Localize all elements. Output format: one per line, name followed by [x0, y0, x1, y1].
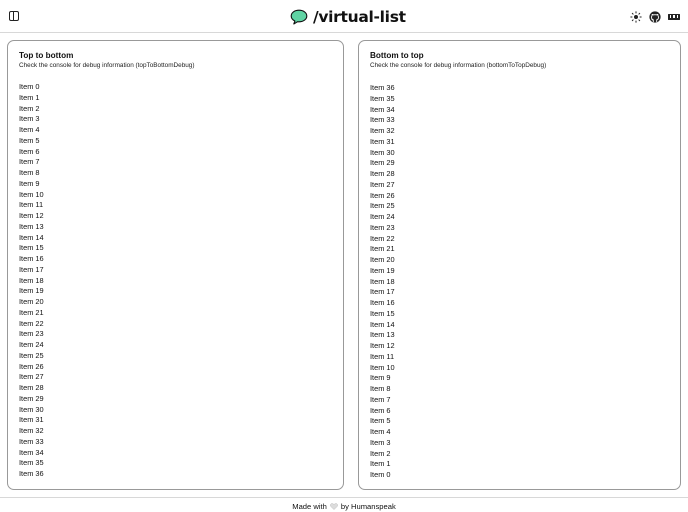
list-item: Item 24 — [19, 340, 44, 349]
list-item: Item 9 — [370, 373, 391, 383]
list-item: Item 20 — [19, 297, 44, 306]
npm-icon[interactable] — [668, 13, 680, 20]
footer-prefix: Made with — [292, 502, 327, 511]
list-item: Item 3 — [19, 114, 40, 124]
list-item: Item 18 — [19, 275, 44, 285]
list-item: Item 8 — [19, 168, 40, 177]
list-item: Item 23 — [19, 329, 44, 339]
list-item: Item 30 — [370, 147, 395, 157]
github-icon[interactable] — [649, 10, 661, 23]
sun-icon[interactable] — [630, 10, 642, 23]
list-item: Item 16 — [19, 254, 44, 263]
list-item: Item 6 — [19, 146, 40, 156]
list-item: Item 28 — [370, 169, 395, 178]
list-item: Item 31 — [370, 136, 395, 146]
panel-description: Check the console for debug information … — [19, 62, 195, 69]
list-item: Item 21 — [370, 244, 395, 254]
list-item: Item 17 — [19, 264, 44, 274]
list-item: Item 0 — [370, 470, 391, 479]
list-item: Item 4 — [370, 427, 391, 436]
list-item: Item 12 — [370, 341, 395, 350]
footer-credit: Made with by Humanspeak — [0, 502, 688, 511]
list-item: Item 4 — [19, 125, 40, 134]
list-item: Item 25 — [19, 350, 44, 360]
list-item: Item 23 — [370, 222, 395, 232]
list-item: Item 36 — [19, 469, 44, 478]
list-item: Item 32 — [19, 426, 44, 435]
list-item: Item 27 — [370, 179, 395, 189]
list-item: Item 32 — [370, 126, 395, 135]
list-item: Item 33 — [19, 436, 44, 446]
list-item: Item 26 — [370, 190, 395, 200]
list-item: Item 27 — [19, 372, 44, 382]
list-item: Item 19 — [19, 286, 44, 296]
list-item: Item 29 — [19, 393, 44, 403]
sidebar-toggle-icon[interactable] — [9, 11, 19, 21]
panel-title: Top to bottom — [19, 51, 74, 60]
list-item: Item 30 — [19, 404, 44, 414]
list-item: Item 34 — [19, 447, 44, 457]
bottom-to-top-panel: Bottom to top Check the console for debu… — [358, 40, 681, 490]
list-item: Item 16 — [370, 298, 395, 307]
list-item: Item 22 — [370, 233, 395, 243]
list-item: Item 21 — [19, 307, 44, 317]
list-item: Item 17 — [370, 287, 395, 297]
list-item: Item 9 — [19, 178, 40, 188]
list-item: Item 1 — [19, 92, 40, 102]
list-item: Item 35 — [370, 93, 395, 103]
list-item: Item 15 — [19, 243, 44, 253]
list-item: Item 10 — [370, 362, 395, 372]
list-item: Item 5 — [370, 416, 391, 426]
list-item: Item 28 — [19, 383, 44, 392]
list-item: Item 7 — [19, 157, 40, 167]
list-item: Item 2 — [370, 448, 391, 458]
list-item: Item 5 — [19, 135, 40, 145]
list-item: Item 3 — [370, 437, 391, 447]
list-item: Item 13 — [19, 221, 44, 231]
list-item: Item 14 — [19, 232, 44, 242]
list-item: Item 11 — [370, 351, 395, 361]
virtual-list-top-to-bottom[interactable]: Item 0 Item 1 Item 2 Item 3 Item 4 Item 5 Item… — [19, 82, 44, 480]
top-to-bottom-panel: Top to bottom Check the console for debu… — [7, 40, 344, 490]
list-item: Item 8 — [370, 384, 391, 393]
app-header: /virtual-list — [0, 0, 688, 33]
heart-icon — [330, 503, 338, 510]
header-actions — [630, 10, 680, 23]
list-item: Item 1 — [370, 459, 391, 469]
list-item: Item 0 — [19, 82, 40, 91]
list-item: Item 22 — [19, 318, 44, 328]
list-item: Item 14 — [370, 319, 395, 329]
list-item: Item 2 — [19, 103, 40, 113]
list-item: Item 25 — [370, 201, 395, 211]
panel-title: Bottom to top — [370, 51, 424, 60]
list-item: Item 36 — [370, 83, 395, 92]
panel-description: Check the console for debug information … — [370, 62, 547, 69]
app-footer: Made with by Humanspeak — [0, 497, 688, 512]
list-item: Item 11 — [19, 200, 44, 210]
virtual-list-bottom-to-top[interactable]: Item 36 Item 35 Item 34 Item 33 Item 32 Item … — [370, 83, 395, 481]
app-title: /virtual-list — [313, 8, 406, 26]
list-item: Item 19 — [370, 265, 395, 275]
list-item: Item 31 — [19, 415, 44, 425]
list-item: Item 10 — [19, 189, 44, 199]
list-item: Item 12 — [19, 211, 44, 220]
list-item: Item 24 — [370, 212, 395, 221]
list-item: Item 6 — [370, 405, 391, 415]
list-item: Item 7 — [370, 394, 391, 404]
list-item: Item 20 — [370, 255, 395, 264]
speech-bubble-logo-icon — [290, 9, 308, 25]
list-item: Item 13 — [370, 330, 395, 340]
list-item: Item 29 — [370, 158, 395, 168]
list-item: Item 33 — [370, 115, 395, 125]
footer-link-humanspeak[interactable]: by Humanspeak — [341, 502, 396, 511]
list-item: Item 15 — [370, 308, 395, 318]
brand[interactable]: /virtual-list — [290, 7, 406, 27]
list-item: Item 18 — [370, 276, 395, 286]
list-item: Item 35 — [19, 458, 44, 468]
list-item: Item 26 — [19, 361, 44, 371]
list-item: Item 34 — [370, 104, 395, 114]
